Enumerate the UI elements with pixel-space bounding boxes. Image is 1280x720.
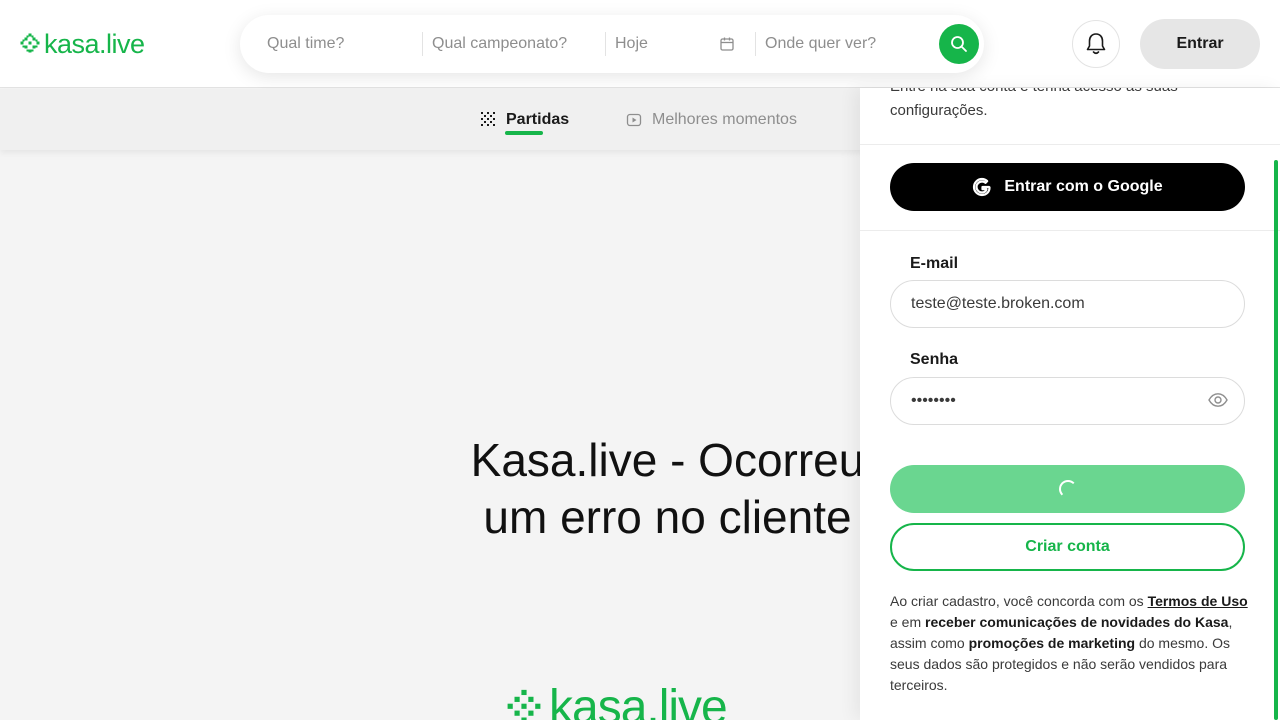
submit-login-button[interactable] [890, 465, 1245, 513]
error-line-1: Kasa.live - Ocorreu [470, 434, 865, 486]
legal-notice: Ao criar cadastro, você concorda com os … [890, 591, 1250, 696]
google-icon [973, 177, 991, 197]
legal-bold-text: promoções de marketing [968, 635, 1136, 651]
search-icon [951, 36, 967, 52]
password-label: Senha [910, 351, 959, 368]
where-to-watch-field[interactable]: Onde quer ver? [765, 15, 876, 73]
loading-spinner-icon [1058, 480, 1077, 498]
logo-text: kasa.live [44, 29, 145, 59]
panel-divider [860, 144, 1280, 145]
search-divider [422, 32, 423, 56]
google-login-button[interactable]: Entrar com o Google [890, 163, 1245, 211]
tab-matches-label: Partidas [506, 110, 570, 128]
tab-highlights[interactable]: Melhores momentos [626, 89, 797, 150]
legal-text: e em [890, 614, 926, 630]
active-tab-indicator [505, 131, 543, 135]
footer-logo: kasa.live [505, 681, 728, 720]
date-field[interactable]: Hoje [615, 15, 648, 73]
top-header: kasa.live Qual time? Qual campeonato? Ho… [0, 0, 1280, 88]
legal-bold-text: receber comunicações de novidades do Kas… [925, 614, 1229, 630]
search-divider [755, 32, 756, 56]
error-line-2: um erro no cliente [483, 491, 852, 543]
notifications-button[interactable] [1072, 20, 1120, 68]
email-label: E-mail [910, 255, 959, 272]
google-login-label: Entrar com o Google [1004, 178, 1163, 195]
login-button[interactable]: Entrar [1140, 19, 1260, 69]
calendar-icon[interactable] [719, 36, 735, 52]
kasa-diamond-icon [20, 33, 40, 53]
team-search-field[interactable]: Qual time? [267, 15, 344, 73]
create-account-button[interactable]: Criar conta [890, 523, 1245, 571]
play-icon [626, 113, 642, 126]
terms-of-use-link[interactable]: Termos de Uso [1148, 593, 1248, 609]
championship-search-field[interactable]: Qual campeonato? [432, 15, 567, 73]
tab-matches[interactable]: Partidas [480, 89, 569, 150]
login-intro-text: Entre na sua conta e tenha acesso às sua… [890, 88, 1220, 123]
search-bar: Qual time? Qual campeonato? Hoje Onde qu… [240, 15, 984, 73]
kasa-logo[interactable]: kasa.live [19, 30, 145, 58]
intro-line-2: configurações. [890, 102, 988, 119]
password-field[interactable] [890, 377, 1245, 425]
panel-scrollbar[interactable] [1274, 160, 1278, 720]
grid-dots-icon [481, 111, 495, 126]
bell-icon [1086, 33, 1106, 55]
search-button[interactable] [939, 24, 979, 64]
tab-highlights-label: Melhores momentos [652, 110, 797, 128]
search-divider [605, 32, 606, 56]
email-field[interactable] [890, 280, 1245, 328]
legal-text: Ao criar cadastro, você concorda com os [890, 593, 1148, 609]
login-panel: Entre na sua conta e tenha acesso às sua… [860, 88, 1280, 720]
intro-line-1: Entre na sua conta e tenha acesso às sua… [890, 88, 1220, 99]
kasa-diamond-icon [507, 689, 541, 720]
error-message: Kasa.live - Ocorreu um erro no cliente [400, 432, 935, 546]
eye-icon[interactable] [1208, 392, 1228, 408]
footer-logo-text: kasa.live [549, 681, 728, 720]
panel-divider [860, 230, 1280, 231]
